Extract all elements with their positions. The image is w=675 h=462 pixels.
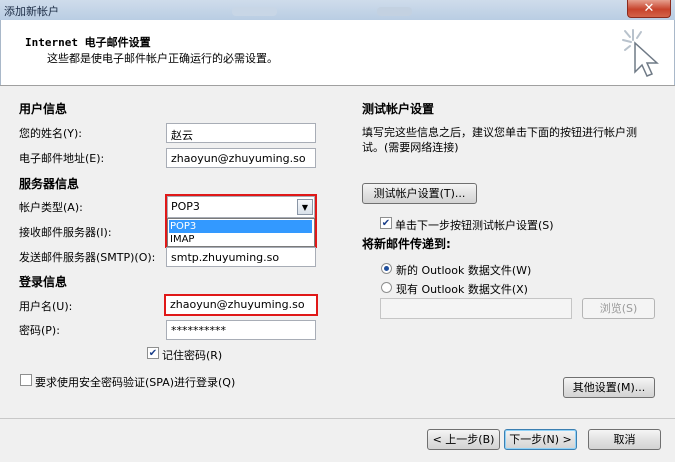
existing-data-file-radio[interactable] xyxy=(381,282,392,293)
dropdown-option-pop3[interactable]: POP3 xyxy=(169,220,312,233)
password-label: 密码(P): xyxy=(19,324,60,337)
test-description: 填写完这些信息之后，建议您单击下面的按钮进行帐户测试。(需要网络连接) xyxy=(362,126,637,154)
outgoing-server-label: 发送邮件服务器(SMTP)(O): xyxy=(19,251,156,264)
section-server-info: 服务器信息 xyxy=(19,177,80,191)
account-type-label: 帐户类型(A): xyxy=(19,201,83,214)
auto-test-label: 单击下一步按钮测试帐户设置(S) xyxy=(395,219,554,232)
cancel-button[interactable]: 取消 xyxy=(588,429,661,450)
header-divider xyxy=(0,85,675,86)
close-icon: ✕ xyxy=(643,1,655,16)
auto-test-checkbox[interactable]: ✔ xyxy=(380,217,392,229)
deliver-section: 将新邮件传递到: xyxy=(362,237,451,251)
wizard-header: Internet 电子邮件设置 这些都是使电子邮件帐户正确运行的必需设置。 xyxy=(0,20,675,85)
username-label: 用户名(U): xyxy=(19,300,73,313)
title-bar-blur xyxy=(377,7,412,16)
page-title: Internet 电子邮件设置 xyxy=(25,36,151,49)
email-field[interactable]: zhaoyun@zhuyuming.so xyxy=(166,148,316,168)
wizard-cursor-icon xyxy=(622,29,659,77)
account-type-selected: POP3 xyxy=(171,200,200,213)
new-data-file-radio[interactable] xyxy=(381,263,392,274)
dropdown-option-imap[interactable]: IMAP xyxy=(169,233,312,246)
username-field[interactable]: zhaoyun@zhuyuming.so xyxy=(166,296,316,314)
next-button[interactable]: 下一步(N) > xyxy=(504,429,577,450)
account-type-dropdown: POP3 IMAP xyxy=(167,218,315,247)
name-label: 您的姓名(Y): xyxy=(19,127,83,140)
test-account-button[interactable]: 测试帐户设置(T)... xyxy=(362,183,477,204)
email-label: 电子邮件地址(E): xyxy=(19,152,105,165)
close-button[interactable]: ✕ xyxy=(627,0,671,18)
password-field[interactable]: ********** xyxy=(166,320,316,340)
incoming-server-label: 接收邮件服务器(I): xyxy=(19,226,112,239)
chevron-down-icon[interactable]: ▼ xyxy=(297,199,313,215)
browse-button[interactable]: 浏览(S) xyxy=(582,298,655,319)
existing-data-file-label: 现有 Outlook 数据文件(X) xyxy=(396,283,528,296)
footer-divider xyxy=(0,418,675,419)
title-bar-blur xyxy=(232,7,277,16)
outgoing-server-field[interactable]: smtp.zhuyuming.so xyxy=(166,247,316,267)
new-data-file-label: 新的 Outlook 数据文件(W) xyxy=(396,264,532,277)
back-button[interactable]: < 上一步(B) xyxy=(427,429,500,450)
spa-checkbox[interactable] xyxy=(20,374,32,386)
remember-password-label: 记住密码(R) xyxy=(162,349,223,362)
data-file-path-field xyxy=(380,298,572,319)
other-settings-button[interactable]: 其他设置(M)... xyxy=(563,377,655,398)
remember-password-checkbox[interactable]: ✔ xyxy=(147,347,159,359)
spa-label: 要求使用安全密码验证(SPA)进行登录(Q) xyxy=(35,376,236,389)
account-type-select[interactable]: POP3 ▼ xyxy=(167,196,315,218)
section-login-info: 登录信息 xyxy=(19,275,68,289)
title-bar: 添加新帐户 xyxy=(0,0,675,20)
section-test-settings: 测试帐户设置 xyxy=(362,102,435,116)
section-user-info: 用户信息 xyxy=(19,102,68,116)
name-field[interactable]: 赵云 xyxy=(166,123,316,143)
window-title: 添加新帐户 xyxy=(4,5,59,18)
page-subtitle: 这些都是使电子邮件帐户正确运行的必需设置。 xyxy=(47,52,278,65)
